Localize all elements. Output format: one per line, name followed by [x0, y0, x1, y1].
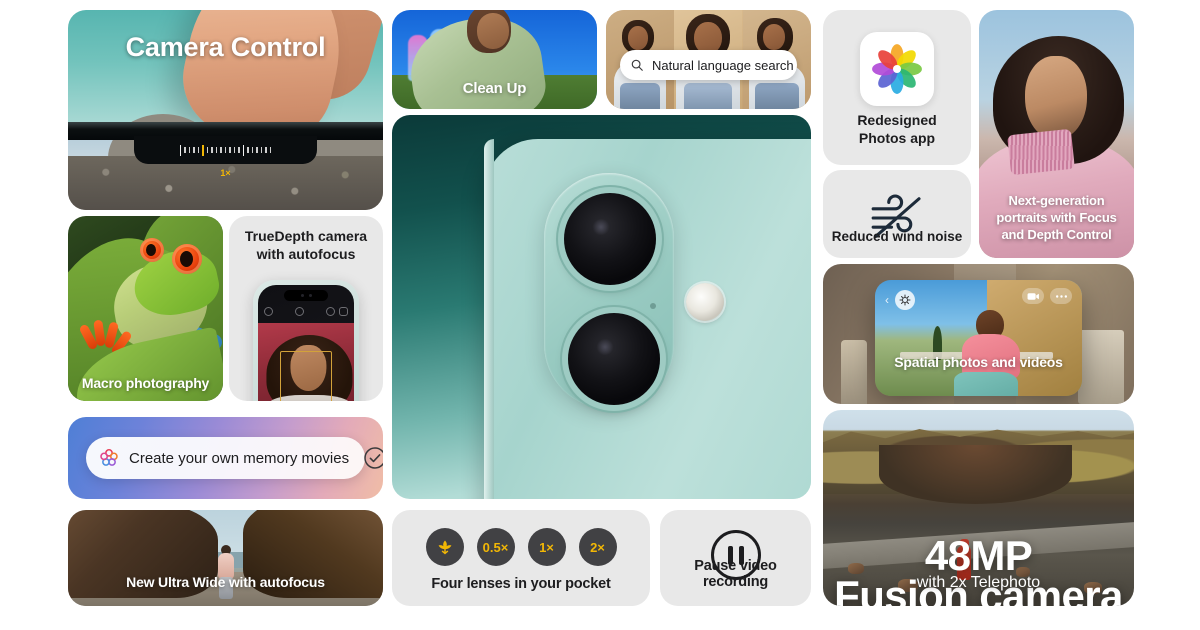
floor-lamp	[841, 340, 867, 404]
mantelpiece	[1078, 330, 1124, 404]
photos-app-label: Redesigned Photos app	[857, 112, 937, 146]
wind-noise-label: Reduced wind noise	[831, 229, 963, 244]
camera-control-title: Camera Control	[125, 32, 326, 62]
tile-camera-control[interactable]: 1× Camera Control	[68, 10, 383, 210]
tile-natural-language-search[interactable]: Natural language search	[606, 10, 811, 109]
macro-caption: Macro photography	[81, 375, 210, 391]
tile-48mp-fusion-camera[interactable]: 48MP Fusion camera with 2x Telephoto	[823, 410, 1134, 606]
flash-led	[686, 283, 724, 321]
search-field[interactable]: Natural language search	[620, 50, 797, 80]
search-icon	[631, 59, 643, 71]
flash-toggle-icon[interactable]	[264, 307, 273, 316]
portrait-caption: Next-generation portraits with Focus and…	[996, 193, 1117, 243]
frog-eye-far	[140, 238, 164, 262]
video-icon[interactable]	[1022, 288, 1044, 304]
ultra-wide-caption: New Ultra Wide with autofocus	[126, 574, 325, 590]
lens-1x-button[interactable]: 1×	[527, 528, 566, 566]
lens-buttons-row: 0.5× 1× 2×	[392, 528, 650, 566]
tile-next-gen-portraits[interactable]: Next-generation portraits with Focus and…	[979, 10, 1134, 258]
autofocus-box	[280, 351, 332, 401]
spatial-caption: Spatial photos and videos	[894, 354, 1063, 370]
apple-intelligence-icon	[100, 448, 118, 466]
tile-memory-movies[interactable]: Create your own memory movies	[68, 417, 383, 499]
tile-macro-photography[interactable]: Macro photography	[68, 216, 223, 401]
tile-truedepth-camera[interactable]: TrueDepth camera with autofocus	[229, 216, 383, 401]
zoom-level-label: 1×	[220, 168, 231, 178]
zoom-slider-ticks[interactable]	[179, 144, 272, 156]
window-top-left-controls: ‹	[885, 290, 915, 310]
live-photo-icon[interactable]	[326, 307, 335, 316]
spatial-photo-window[interactable]: ‹ Spatial photos and videos	[875, 280, 1082, 396]
gravel-foreground	[68, 156, 383, 210]
person-on-beach	[216, 544, 236, 599]
night-mode-icon[interactable]	[295, 307, 304, 316]
flower-icon	[438, 540, 451, 555]
tile-clean-up[interactable]: Clean Up	[392, 10, 597, 109]
iphone-side-rail	[484, 139, 494, 499]
person-face	[477, 13, 509, 49]
microphone-dot	[650, 303, 656, 309]
more-icon[interactable]	[1050, 288, 1072, 304]
tile-iphone-hero[interactable]	[392, 115, 811, 499]
frog-eye-near	[172, 244, 202, 274]
memory-prompt-text: Create your own memory movies	[129, 449, 350, 467]
tile-pause-recording[interactable]: Pause video recording	[660, 510, 811, 606]
crater-bowl	[878, 445, 1072, 505]
camera-lens-ultrawide	[568, 313, 660, 405]
phone-mockup	[253, 280, 359, 401]
spatial-icon[interactable]	[895, 290, 915, 310]
lens-2x-button[interactable]: 2×	[578, 528, 617, 566]
four-lenses-caption: Four lenses in your pocket	[431, 576, 611, 592]
tile-ultra-wide[interactable]: New Ultra Wide with autofocus	[68, 510, 383, 606]
photos-app-icon[interactable]	[860, 32, 934, 106]
truedepth-title: TrueDepth camera with autofocus	[244, 228, 368, 262]
lens-0-5x-button[interactable]: 0.5×	[476, 528, 515, 566]
subject-collar	[1007, 128, 1075, 176]
check-circle-icon[interactable]	[363, 446, 383, 470]
feature-collage: 1× Camera Control Macro photography True…	[0, 0, 1200, 630]
tile-reduced-wind-noise[interactable]: Reduced wind noise	[823, 170, 971, 258]
camera-mode-icon[interactable]	[339, 307, 348, 316]
tile-spatial-photos[interactable]: ‹ Spatial photos and videos	[823, 264, 1134, 404]
subject-face	[1025, 56, 1087, 140]
camera-controls-row	[264, 307, 348, 316]
search-input-value: Natural language search	[652, 57, 794, 73]
fusion-subcaption: with 2x Telephoto	[916, 574, 1041, 591]
tile-four-lenses[interactable]: 0.5× 1× 2× Four lenses in your pocket	[392, 510, 650, 606]
macro-lens-button[interactable]	[425, 528, 464, 566]
pause-caption: Pause video recording	[694, 558, 777, 590]
phone-screen	[258, 285, 354, 401]
chevron-left-icon[interactable]: ‹	[885, 293, 889, 307]
camera-lens-wide	[564, 193, 656, 285]
dynamic-island	[284, 290, 328, 301]
window-top-right-controls	[1022, 288, 1072, 304]
camera-control-button[interactable]	[134, 136, 317, 164]
memory-prompt-field[interactable]: Create your own memory movies	[86, 437, 383, 479]
clean-up-caption: Clean Up	[462, 80, 527, 97]
tile-redesigned-photos[interactable]: Redesigned Photos app	[823, 10, 971, 165]
